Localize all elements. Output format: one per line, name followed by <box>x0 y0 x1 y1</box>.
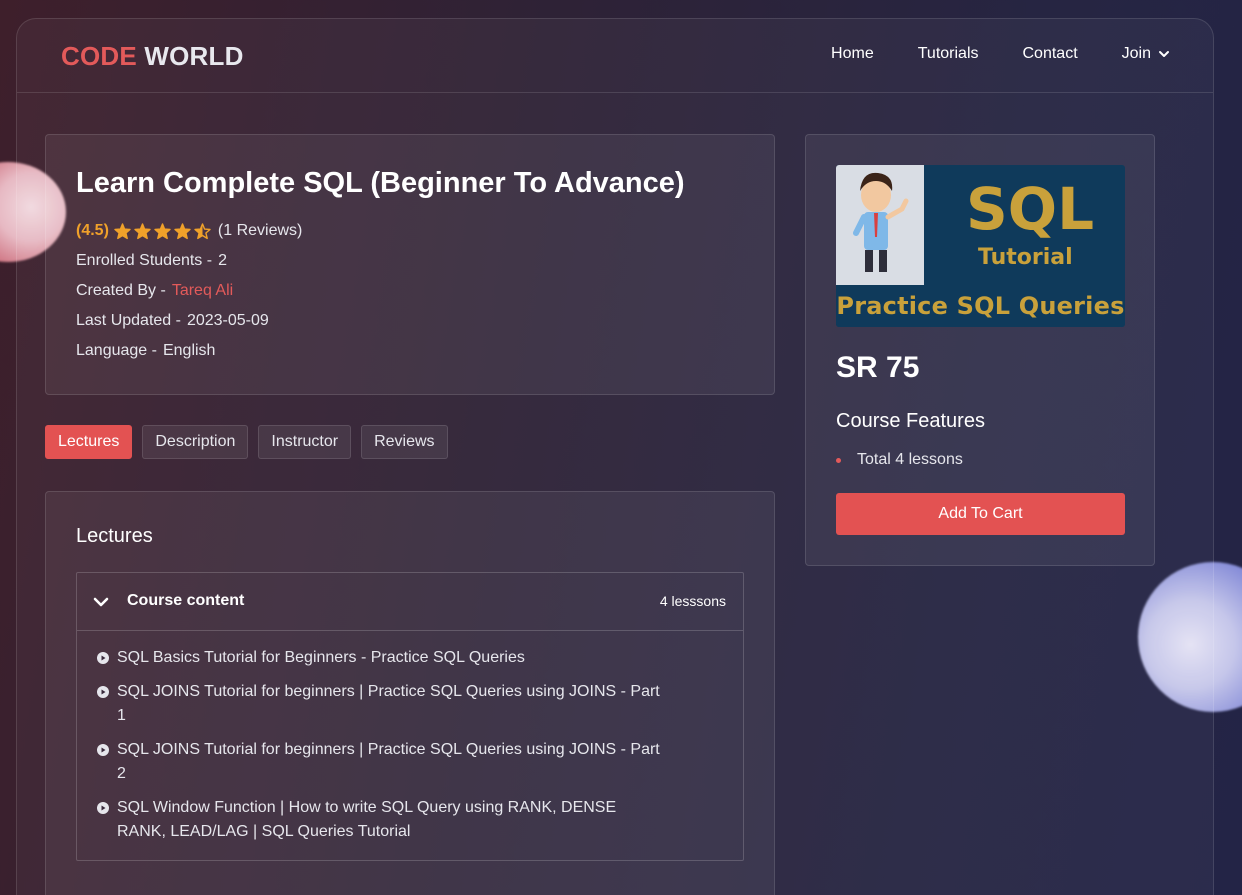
enrolled-label: Enrolled Students - <box>76 252 213 269</box>
reviews-count: (1 Reviews) <box>217 222 303 239</box>
play-circle-icon <box>97 652 109 664</box>
thumbnail-tutorial-text: Tutorial <box>978 245 1073 270</box>
accordion-title: Course content <box>127 592 245 609</box>
course-info-panel: Learn Complete SQL (Beginner To Advance)… <box>45 134 775 395</box>
nav-links: Home Tutorials Contact Join <box>787 45 1171 63</box>
lesson-title: SQL Window Function | How to write SQL Q… <box>117 799 617 840</box>
star-full-icon <box>174 222 191 239</box>
play-circle-icon <box>97 686 109 698</box>
lesson-item[interactable]: SQL JOINS Tutorial for beginners | Pract… <box>97 680 667 728</box>
lesson-item[interactable]: SQL Window Function | How to write SQL Q… <box>97 796 667 844</box>
lesson-title: SQL Basics Tutorial for Beginners - Prac… <box>117 649 525 666</box>
language: Language - English <box>76 342 215 360</box>
lectures-panel: Lectures Course content 4 lesssons SQL B… <box>45 491 775 895</box>
star-full-icon <box>114 222 131 239</box>
thumbnail-practice-text: Practice SQL Queries <box>836 292 1125 320</box>
chevron-down-icon <box>93 597 109 607</box>
enrolled-students: Enrolled Students - 2 <box>76 252 227 270</box>
accordion-header[interactable]: Course content 4 lesssons <box>77 573 743 631</box>
logo-part-code: CODE <box>61 41 137 71</box>
lesson-item[interactable]: SQL Basics Tutorial for Beginners - Prac… <box>97 646 667 670</box>
star-half-icon <box>194 222 211 239</box>
star-full-icon <box>134 222 151 239</box>
enrolled-value: 2 <box>218 252 227 269</box>
logo-part-world: WORLD <box>144 41 244 71</box>
rating-value: (4.5) <box>76 222 109 239</box>
tab-instructor[interactable]: Instructor <box>258 425 352 459</box>
star-full-icon <box>154 222 171 239</box>
cartoon-character-icon <box>853 172 909 272</box>
tab-lectures[interactable]: Lectures <box>45 425 133 459</box>
star-rating <box>114 222 214 240</box>
language-value: English <box>162 342 216 359</box>
last-updated: Last Updated - 2023-05-09 <box>76 312 269 330</box>
nav-join-dropdown[interactable]: Join <box>1122 45 1171 63</box>
course-title: Learn Complete SQL (Beginner To Advance) <box>76 167 685 199</box>
add-to-cart-button[interactable]: Add To Cart <box>836 493 1125 535</box>
play-circle-icon <box>97 802 109 814</box>
course-price: SR 75 <box>836 351 920 384</box>
thumbnail-sql-text: SQL <box>966 175 1095 243</box>
nav-join-label: Join <box>1121 45 1151 62</box>
author-link[interactable]: Tareq Ali <box>172 282 233 299</box>
cartoon-character-image <box>836 165 924 285</box>
lesson-title: SQL JOINS Tutorial for beginners | Pract… <box>117 741 660 782</box>
feature-item: Total 4 lessons <box>836 451 963 469</box>
bullet-icon <box>836 457 841 463</box>
lesson-item[interactable]: SQL JOINS Tutorial for beginners | Pract… <box>97 738 667 786</box>
tab-description[interactable]: Description <box>142 425 249 459</box>
logo[interactable]: CODE WORLD <box>61 41 244 72</box>
rating-row: (4.5) (1 Reviews) <box>76 222 302 240</box>
created-by: Created By - Tareq Ali <box>76 282 233 300</box>
chevron-down-icon <box>1159 51 1169 57</box>
nav-home-link[interactable]: Home <box>831 45 874 63</box>
thumbnail-banner: Practice SQL Queries <box>836 285 1125 327</box>
course-content-accordion: Course content 4 lesssons SQL Basics Tut… <box>76 572 744 861</box>
course-sidebar: SQL Tutorial Practice SQL Queries SR 75 … <box>805 134 1155 566</box>
nav-tutorials-link[interactable]: Tutorials <box>918 45 979 63</box>
play-circle-icon <box>97 744 109 756</box>
updated-value: 2023-05-09 <box>186 312 269 329</box>
course-tabs: Lectures Description Instructor Reviews <box>45 425 458 459</box>
features-title: Course Features <box>836 410 985 432</box>
nav-contact-link[interactable]: Contact <box>1023 45 1078 63</box>
language-label: Language - <box>76 342 157 359</box>
course-thumbnail: SQL Tutorial Practice SQL Queries <box>836 165 1125 327</box>
updated-label: Last Updated - <box>76 312 181 329</box>
navbar: CODE WORLD Home Tutorials Contact Join <box>17 19 1213 93</box>
tab-reviews[interactable]: Reviews <box>361 425 448 459</box>
lectures-heading: Lectures <box>76 525 153 547</box>
lesson-title: SQL JOINS Tutorial for beginners | Pract… <box>117 683 660 724</box>
lesson-count: 4 lesssons <box>659 593 726 609</box>
feature-text: Total 4 lessons <box>857 451 963 468</box>
created-label: Created By - <box>76 282 166 299</box>
